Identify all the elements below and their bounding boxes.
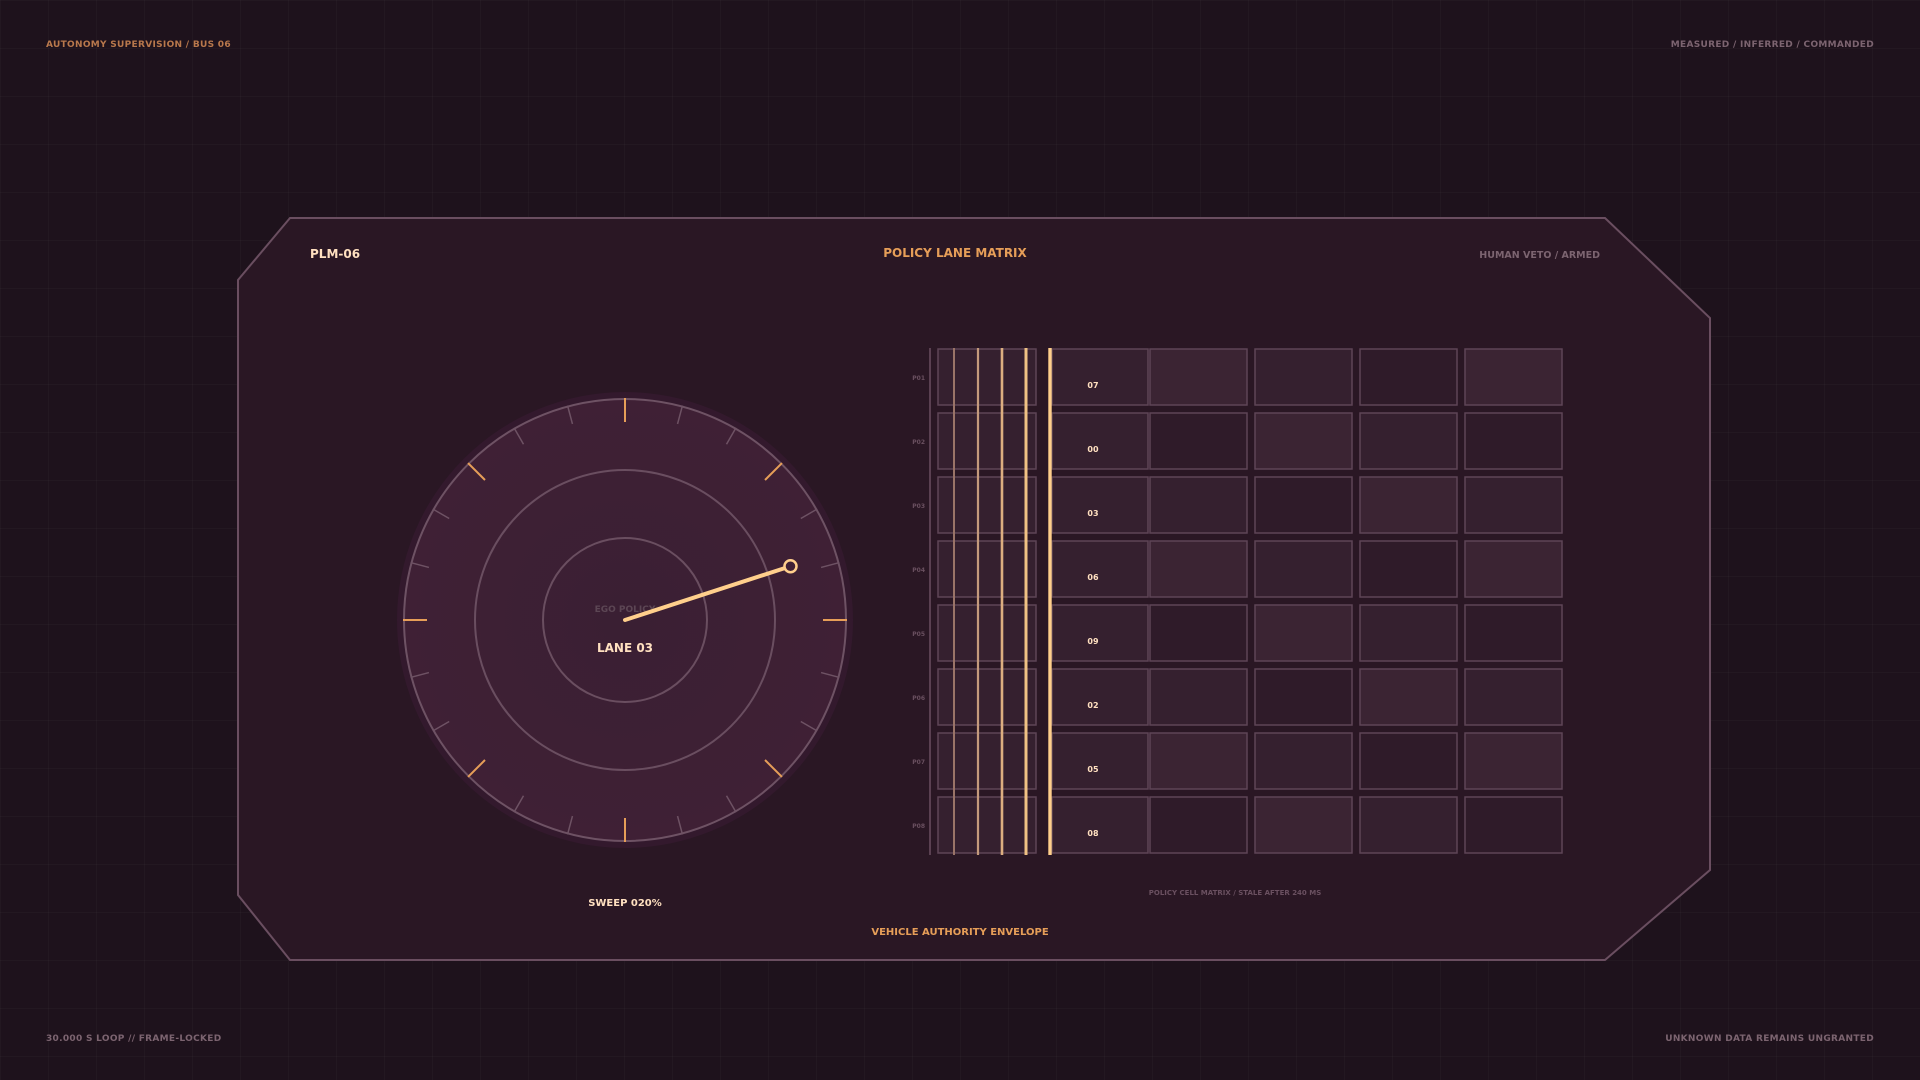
value-cell-text: 07 — [1087, 381, 1098, 390]
lane-band-cell — [937, 732, 1037, 790]
policy-cell — [1464, 348, 1563, 406]
policy-cell — [1149, 732, 1248, 790]
matrix-row-label: P02 — [912, 439, 925, 446]
policy-cell — [1359, 540, 1458, 598]
matrix-row-label: P01 — [912, 375, 925, 382]
policy-cell — [1359, 796, 1458, 854]
value-cell-text: 00 — [1087, 445, 1099, 454]
policy-cell — [1254, 348, 1353, 406]
value-cell-text: 03 — [1087, 509, 1098, 518]
veto-status: HUMAN VETO / ARMED — [1479, 250, 1600, 261]
policy-cell — [1149, 476, 1248, 534]
value-cell — [1051, 668, 1149, 726]
policy-cell — [1254, 540, 1353, 598]
value-cell-text: 05 — [1087, 765, 1099, 774]
value-cell — [1051, 540, 1149, 598]
policy-cell — [1254, 732, 1353, 790]
policy-cell — [1149, 604, 1248, 662]
policy-cell — [1254, 796, 1353, 854]
needle-tip — [783, 558, 798, 574]
policy-cell — [1464, 604, 1563, 662]
policy-cell — [1464, 668, 1563, 726]
policy-cell — [1359, 668, 1458, 726]
lane-band-cell — [937, 412, 1037, 470]
policy-cell — [1464, 476, 1563, 534]
value-cell — [1051, 412, 1149, 470]
lane-band-cell — [937, 796, 1037, 854]
panel-footer: VEHICLE AUTHORITY ENVELOPE — [871, 927, 1049, 938]
lane-band-cell — [937, 476, 1037, 534]
lane-band-cell — [937, 668, 1037, 726]
lane-band-cell — [937, 348, 1037, 406]
policy-cell — [1149, 412, 1248, 470]
lane-band-cell — [937, 540, 1037, 598]
policy-cell — [1464, 732, 1563, 790]
policy-lane-panel: PLM-06 POLICY LANE MATRIX HUMAN VETO / A… — [237, 217, 1711, 961]
policy-cell — [1149, 796, 1248, 854]
value-cell-text: 06 — [1087, 573, 1099, 582]
policy-cell — [1149, 348, 1248, 406]
policy-cell — [1464, 540, 1563, 598]
policy-cell — [1359, 732, 1458, 790]
value-cell — [1051, 604, 1149, 662]
matrix-row-label: P05 — [912, 631, 925, 638]
policy-cell — [1464, 796, 1563, 854]
policy-cell — [1464, 412, 1563, 470]
policy-cell — [1149, 668, 1248, 726]
lane-band-cell — [937, 604, 1037, 662]
matrix-row-label: P06 — [912, 695, 925, 702]
value-cell — [1051, 796, 1149, 854]
matrix-row-label: P04 — [912, 567, 925, 574]
policy-cell — [1254, 604, 1353, 662]
value-cell — [1051, 476, 1149, 534]
policy-cell — [1149, 540, 1248, 598]
policy-cell — [1254, 412, 1353, 470]
panel-title: POLICY LANE MATRIX — [883, 246, 1027, 260]
policy-cell — [1254, 668, 1353, 726]
value-cell — [1051, 348, 1149, 406]
matrix-footer: POLICY CELL MATRIX / STALE AFTER 240 MS — [1149, 889, 1322, 897]
policy-cell — [1359, 412, 1458, 470]
matrix-row-label: P07 — [912, 759, 925, 766]
value-cell-text: 02 — [1087, 701, 1098, 710]
policy-cell — [1359, 348, 1458, 406]
sweep-label: SWEEP 020% — [588, 898, 662, 909]
value-cell — [1051, 732, 1149, 790]
policy-cell — [1254, 476, 1353, 534]
policy-cell — [1359, 604, 1458, 662]
ego-policy-dial: EGO POLICY LANE 03 — [397, 392, 853, 848]
value-cell-text: 08 — [1087, 829, 1099, 838]
matrix-row-label: P03 — [912, 503, 925, 510]
panel-id: PLM-06 — [310, 247, 360, 261]
policy-cell — [1359, 476, 1458, 534]
matrix-row-label: P08 — [912, 823, 925, 830]
value-cell-text: 09 — [1087, 637, 1099, 646]
lane-label: LANE 03 — [597, 641, 653, 655]
